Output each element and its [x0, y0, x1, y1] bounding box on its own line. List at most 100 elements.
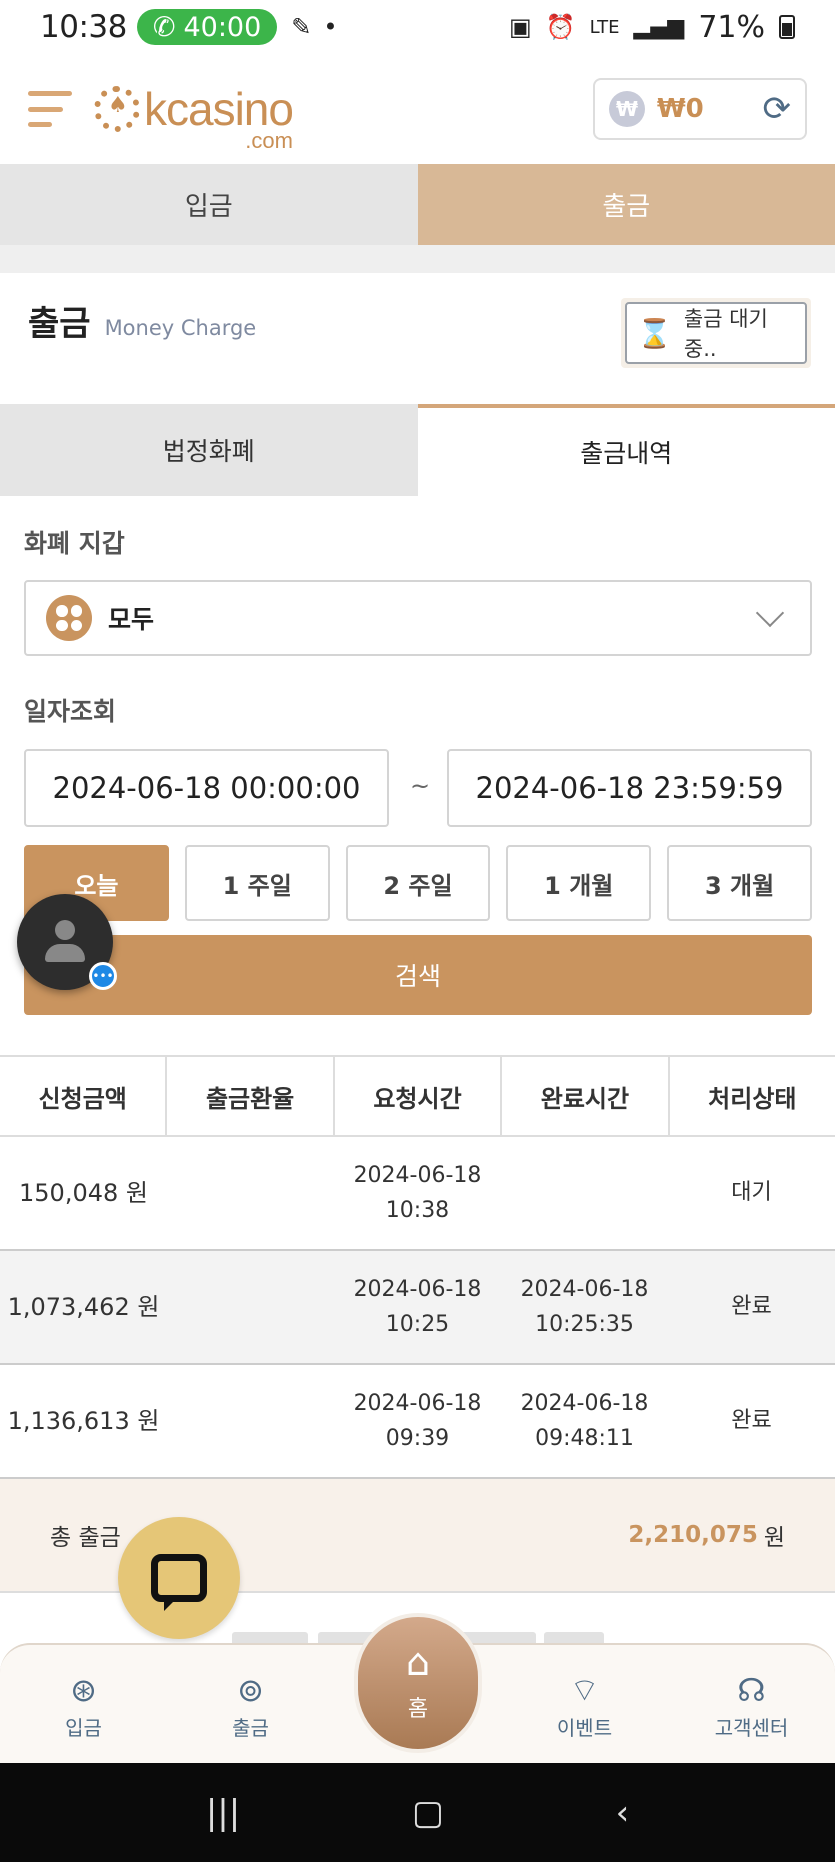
live-chat-button[interactable] — [118, 1517, 240, 1639]
tab-fiat[interactable]: 법정화폐 — [0, 404, 418, 496]
period-buttons: 오늘 1 주일 2 주일 1 개월 3 개월 — [24, 845, 812, 921]
tab-withdraw[interactable]: 출금 — [417, 164, 835, 245]
status-bar: 10:38 ✆ 40:00 ✎ • ▣ ⏰ LTE ▂▄▆ 71% — [0, 0, 835, 54]
cell-status: 완료 — [731, 1408, 772, 1434]
cell-status: 완료 — [731, 1294, 772, 1320]
headset-icon: ☊ — [737, 1670, 766, 1709]
cell-complete-time — [501, 1137, 668, 1249]
recent-apps-icon[interactable]: ||| — [206, 1793, 240, 1833]
nav-home-label: 홈 — [407, 1697, 429, 1722]
system-icons: ▣ ⏰ LTE ▂▄▆ 71% — [509, 10, 795, 45]
date-from-input[interactable]: 2024-06-18 00:00:00 — [24, 749, 389, 827]
col-request-time: 요청시간 — [335, 1057, 503, 1135]
col-amount: 신청금액 — [0, 1057, 168, 1135]
total-unit: 원 — [763, 1525, 785, 1551]
period-1week-button[interactable]: 1 주일 — [184, 845, 330, 921]
deposit-icon: ⊛ — [70, 1670, 97, 1709]
page-title: 출금 — [28, 304, 91, 344]
logo-chip-icon — [94, 86, 140, 132]
app-header: kcasino .com ₩ ₩0 ⟳ — [0, 54, 835, 164]
cell-complete-time: 2024-06-18 09:48:11 — [501, 1365, 668, 1477]
cell-amount: 150,048 원 — [19, 1178, 148, 1207]
nav-event[interactable]: ⌔ 이벤트 — [501, 1645, 668, 1763]
system-nav-bar: ||| ▢ ‹ — [0, 1763, 835, 1862]
total-amount: 2,210,075 — [628, 1522, 758, 1548]
cell-rate — [167, 1137, 334, 1249]
tab-deposit[interactable]: 입금 — [0, 164, 418, 245]
network-type: LTE — [589, 16, 620, 38]
cell-status: 대기 — [731, 1180, 772, 1206]
pending-button-inner: ⌛ 출금 대기 중.. — [625, 302, 807, 364]
won-currency-icon: ₩ — [609, 91, 645, 127]
notification-icons: ✎ • — [291, 13, 337, 41]
withdraw-pending-button[interactable]: ⌛ 출금 대기 중.. — [621, 298, 811, 368]
cell-amount: 1,073,462 원 — [7, 1292, 160, 1321]
profile-floating-button[interactable]: ••• — [17, 894, 117, 990]
call-indicator[interactable]: ✆ 40:00 — [136, 9, 278, 45]
nav-withdraw[interactable]: ⊚ 출금 — [167, 1645, 334, 1763]
cell-rate — [167, 1365, 334, 1477]
battery-percent: 71% — [698, 9, 765, 45]
wallet-select[interactable]: 모두 — [24, 580, 812, 656]
tab-withdraw-history[interactable]: 출금내역 — [417, 404, 835, 496]
home-system-icon[interactable]: ▢ — [412, 1793, 444, 1833]
total-label: 총 출금 — [50, 1525, 121, 1551]
nav-support[interactable]: ☊ 고객센터 — [668, 1645, 835, 1763]
home-icon: ⌂ — [405, 1640, 431, 1684]
signal-icon: ▂▄▆ — [633, 14, 685, 40]
call-timer: 40:00 — [183, 11, 262, 43]
request-date: 2024-06-18 — [353, 1390, 482, 1416]
col-rate: 출금환율 — [167, 1057, 335, 1135]
phone-icon: ✆ — [152, 11, 176, 43]
period-1month-button[interactable]: 1 개월 — [506, 845, 652, 921]
main-tabs: 입금 출금 — [0, 164, 835, 245]
cell-amount: 1,136,613 원 — [7, 1406, 160, 1435]
period-3month-button[interactable]: 3 개월 — [667, 845, 812, 921]
nav-deposit[interactable]: ⊛ 입금 — [0, 1645, 167, 1763]
chat-icon — [151, 1554, 207, 1611]
nav-support-label: 고객센터 — [714, 1715, 789, 1740]
clipboard-icon: ▣ — [509, 13, 532, 41]
search-button[interactable]: 검색 — [24, 935, 812, 1015]
balance-amount: ₩0 — [657, 94, 704, 124]
table-row: 1,136,613 원 2024-06-18 09:39 2024-06-18 09… — [0, 1365, 835, 1479]
withdraw-icon: ⊚ — [237, 1670, 264, 1709]
nav-deposit-label: 입금 — [65, 1715, 102, 1740]
hourglass-icon: ⌛ — [637, 316, 672, 350]
alarm-icon: ⏰ — [545, 13, 576, 41]
logo[interactable]: kcasino .com — [94, 86, 294, 152]
pending-label: 출금 대기 중.. — [683, 307, 768, 361]
back-icon[interactable]: ‹ — [616, 1793, 630, 1833]
battery-icon — [779, 15, 795, 39]
cell-request-time: 2024-06-18 10:25 — [334, 1251, 501, 1363]
nav-withdraw-label: 출금 — [232, 1715, 269, 1740]
request-date: 2024-06-18 — [353, 1276, 482, 1302]
period-2week-button[interactable]: 2 주일 — [345, 845, 491, 921]
request-time: 10:25 — [385, 1312, 450, 1337]
chevron-down-icon — [755, 598, 785, 628]
nav-home[interactable]: ⌂ 홈 — [354, 1613, 482, 1753]
date-label: 일자조회 — [24, 697, 117, 726]
chat-bubble-icon: ••• — [89, 962, 117, 990]
page-subtitle: Money Charge — [104, 316, 257, 340]
complete-time: 09:48:11 — [535, 1426, 634, 1451]
cell-complete-time: 2024-06-18 10:25:35 — [501, 1251, 668, 1363]
wallet-select-value: 모두 — [108, 605, 155, 634]
cell-rate — [167, 1251, 334, 1363]
request-time: 10:38 — [385, 1198, 450, 1223]
withdraw-history-table: 신청금액 출금환율 요청시간 완료시간 처리상태 150,048 원 2024-… — [0, 1055, 835, 1593]
date-to-input[interactable]: 2024-06-18 23:59:59 — [447, 749, 812, 827]
status-time: 10:38 — [40, 9, 127, 45]
complete-time: 10:25:35 — [535, 1312, 634, 1337]
refresh-icon[interactable]: ⟳ — [763, 89, 792, 129]
logo-text-wrap: kcasino .com — [144, 86, 294, 152]
cell-request-time: 2024-06-18 10:38 — [334, 1137, 501, 1249]
megaphone-icon: ⌔ — [569, 1670, 600, 1709]
menu-icon[interactable] — [28, 87, 72, 131]
request-date: 2024-06-18 — [353, 1162, 482, 1188]
complete-date: 2024-06-18 — [520, 1276, 649, 1302]
app-notification-icon: ✎ — [291, 13, 312, 41]
table-row: 1,073,462 원 2024-06-18 10:25 2024-06-18 10… — [0, 1251, 835, 1365]
user-icon — [55, 920, 75, 940]
col-status: 처리상태 — [708, 1084, 797, 1113]
